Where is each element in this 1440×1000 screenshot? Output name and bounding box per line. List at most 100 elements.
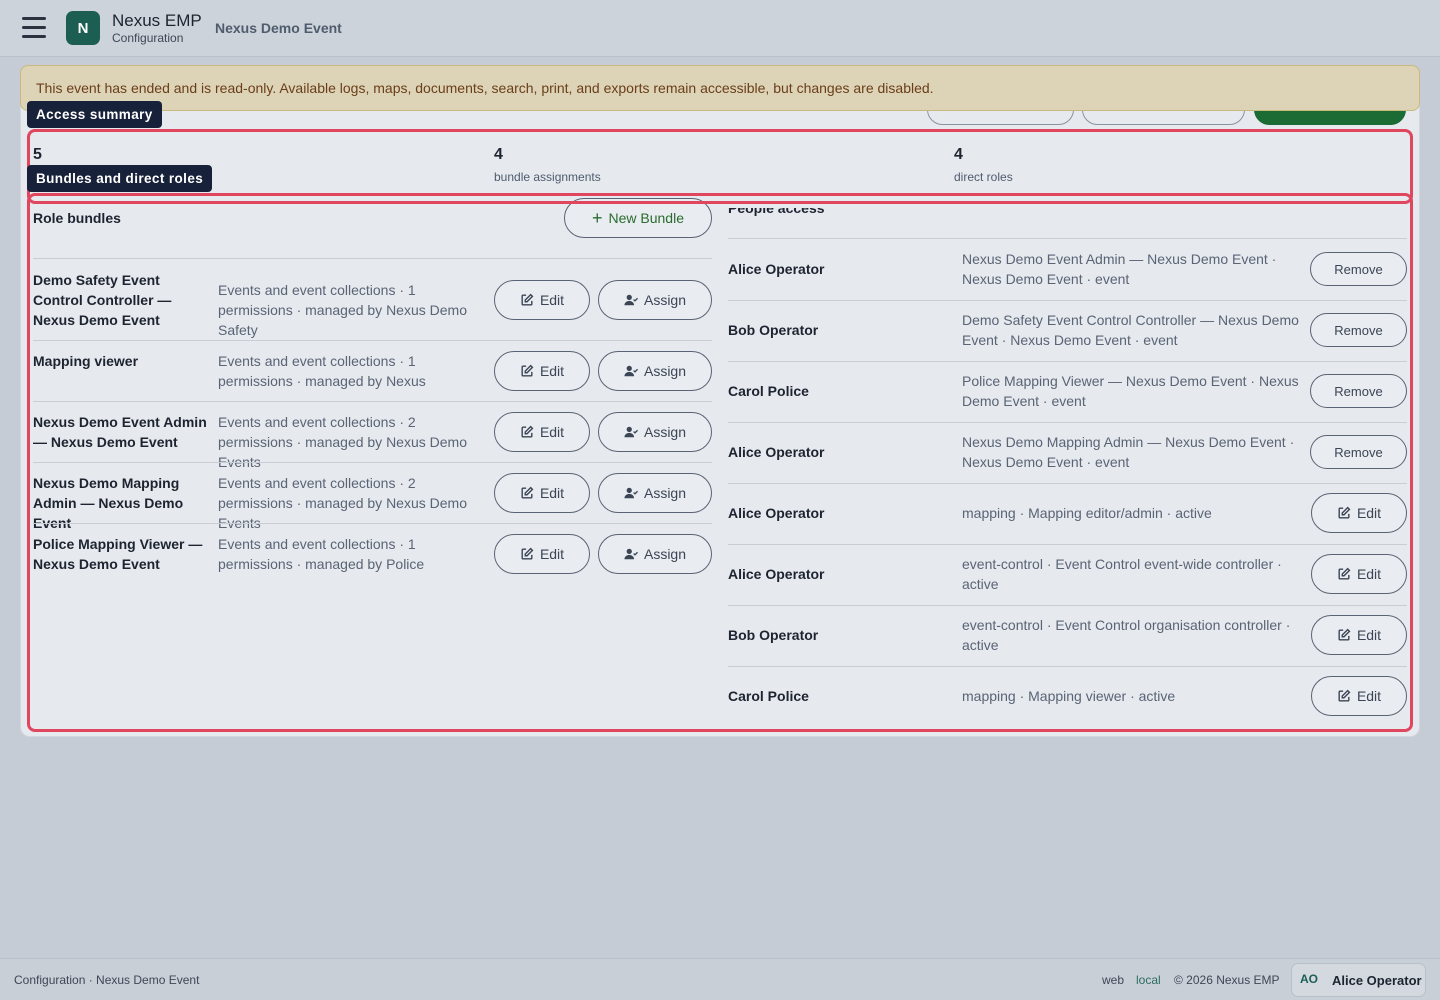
new-bundle-label: New Bundle — [608, 210, 685, 226]
edit-icon — [520, 293, 534, 307]
divider — [728, 361, 1407, 362]
bundle-description: Events and event collections · 1 permiss… — [218, 352, 426, 389]
edit-access-button[interactable]: Edit — [1311, 615, 1407, 655]
edit-icon — [1337, 628, 1351, 642]
footer-web: web — [1102, 973, 1125, 987]
remove-access-button[interactable]: Remove — [1310, 435, 1407, 469]
assign-user-icon — [624, 425, 638, 439]
person-name: Carol Police — [728, 688, 809, 704]
user-menu[interactable]: AO Alice Operator — [1291, 963, 1426, 997]
remove-access-button[interactable]: Remove — [1310, 252, 1407, 286]
divider — [33, 340, 712, 341]
bundle-description: Events and event collections · 1 permiss… — [218, 281, 467, 338]
divider — [728, 483, 1407, 484]
access-description-text: mapping · Mapping viewer · active — [962, 688, 1176, 704]
assign-label: Assign — [643, 291, 687, 308]
edit-bundle-button[interactable]: Edit — [494, 411, 590, 452]
footer-local[interactable]: local — [1136, 973, 1161, 987]
avatar: AO — [1300, 972, 1318, 986]
access-description: mapping · Mapping viewer · active — [962, 676, 1305, 716]
assign-user-icon — [624, 364, 638, 378]
app-name: Nexus EMP — [112, 11, 202, 30]
edit-bundle-button[interactable]: Edit — [494, 472, 590, 513]
edit-icon — [520, 425, 534, 439]
access-description: Nexus Demo Mapping Admin — Nexus Demo Ev… — [962, 432, 1305, 472]
event-name: Nexus Demo Event — [215, 20, 342, 36]
stat-value: 4 — [494, 146, 503, 163]
access-description: event-control · Event Control event-wide… — [962, 554, 1305, 594]
footer-breadcrumb: Configuration · Nexus Demo Event — [14, 973, 200, 987]
edit-label: Edit — [539, 362, 565, 379]
divider — [728, 666, 1407, 667]
edit-bundle-button[interactable]: Edit — [494, 350, 590, 391]
person-name: Bob Operator — [728, 627, 819, 643]
bundle-name: Nexus Demo Event Admin — Nexus Demo Even… — [33, 413, 207, 450]
edit-label: Edit — [539, 545, 565, 562]
edit-icon — [520, 364, 534, 378]
footer: Configuration · Nexus Demo Event web loc… — [0, 958, 1440, 1000]
edit-icon — [1337, 689, 1351, 703]
divider — [33, 258, 712, 259]
stat-value: 4 — [954, 146, 963, 163]
new-bundle-button[interactable]: + New Bundle — [564, 198, 712, 238]
footer-copyright: © 2026 Nexus EMP — [1174, 973, 1280, 987]
remove-access-button[interactable]: Remove — [1310, 374, 1407, 408]
edit-icon — [520, 486, 534, 500]
remove-access-button[interactable]: Remove — [1310, 313, 1407, 347]
person-name: Bob Operator — [728, 322, 819, 338]
assign-bundle-button[interactable]: Assign — [598, 472, 712, 513]
assign-bundle-button[interactable]: Assign — [598, 350, 712, 391]
edit-access-button[interactable]: Edit — [1311, 493, 1407, 533]
access-description-text: Nexus Demo Mapping Admin — Nexus Demo Ev… — [962, 434, 1295, 470]
user-name: Alice Operator — [1332, 973, 1422, 988]
divider — [728, 422, 1407, 423]
assign-bundle-button[interactable]: Assign — [598, 533, 712, 574]
access-description-text: event-control · Event Control event-wide… — [962, 556, 1282, 592]
access-summary-tag: Access summary — [27, 101, 162, 128]
menu-icon[interactable] — [22, 17, 46, 39]
edit-icon — [1337, 506, 1351, 520]
access-description-text: Nexus Demo Event Admin — Nexus Demo Even… — [962, 251, 1277, 287]
person-name: Alice Operator — [728, 261, 825, 277]
edit-bundle-button[interactable]: Edit — [494, 533, 590, 574]
access-description-text: event-control · Event Control organisati… — [962, 617, 1291, 653]
person-name: Alice Operator — [728, 566, 825, 582]
assign-bundle-button[interactable]: Assign — [598, 279, 712, 320]
read-only-banner: This event has ended and is read-only. A… — [20, 65, 1420, 111]
edit-access-button[interactable]: Edit — [1311, 554, 1407, 594]
stat-label: bundle assignments — [494, 170, 601, 184]
bundle-description: Events and event collections · 1 permiss… — [218, 535, 425, 572]
edit-label: Edit — [1356, 627, 1382, 643]
bundles-roles-tag: Bundles and direct roles — [27, 165, 213, 192]
edit-bundle-button[interactable]: Edit — [494, 279, 590, 320]
assign-user-icon — [624, 547, 638, 561]
assign-user-icon — [624, 293, 638, 307]
stat-label: direct roles — [954, 170, 1013, 184]
plus-icon: + — [591, 208, 603, 228]
remove-label: Remove — [1334, 322, 1383, 338]
bundle-name: Demo Safety Event Control Controller — N… — [33, 271, 172, 328]
assign-bundle-button[interactable]: Assign — [598, 411, 712, 452]
edit-label: Edit — [1356, 566, 1382, 582]
assign-label: Assign — [643, 423, 687, 440]
remove-label: Remove — [1334, 444, 1383, 460]
app-logo: N — [66, 11, 100, 45]
access-description: Police Mapping Viewer — Nexus Demo Event… — [962, 371, 1305, 411]
edit-icon — [1337, 567, 1351, 581]
assign-label: Assign — [643, 484, 687, 501]
person-name: Alice Operator — [728, 444, 825, 460]
access-description: Demo Safety Event Control Controller — N… — [962, 310, 1305, 350]
edit-icon — [520, 547, 534, 561]
access-description-text: Demo Safety Event Control Controller — N… — [962, 312, 1299, 348]
assign-label: Assign — [643, 545, 687, 562]
divider — [728, 605, 1407, 606]
assign-label: Assign — [643, 362, 687, 379]
remove-label: Remove — [1334, 383, 1383, 399]
divider — [728, 300, 1407, 301]
divider — [728, 544, 1407, 545]
edit-label: Edit — [1356, 688, 1382, 704]
edit-access-button[interactable]: Edit — [1311, 676, 1407, 716]
edit-label: Edit — [539, 291, 565, 308]
access-description-text: mapping · Mapping editor/admin · active — [962, 505, 1212, 521]
app-subtitle: Configuration — [112, 31, 184, 45]
